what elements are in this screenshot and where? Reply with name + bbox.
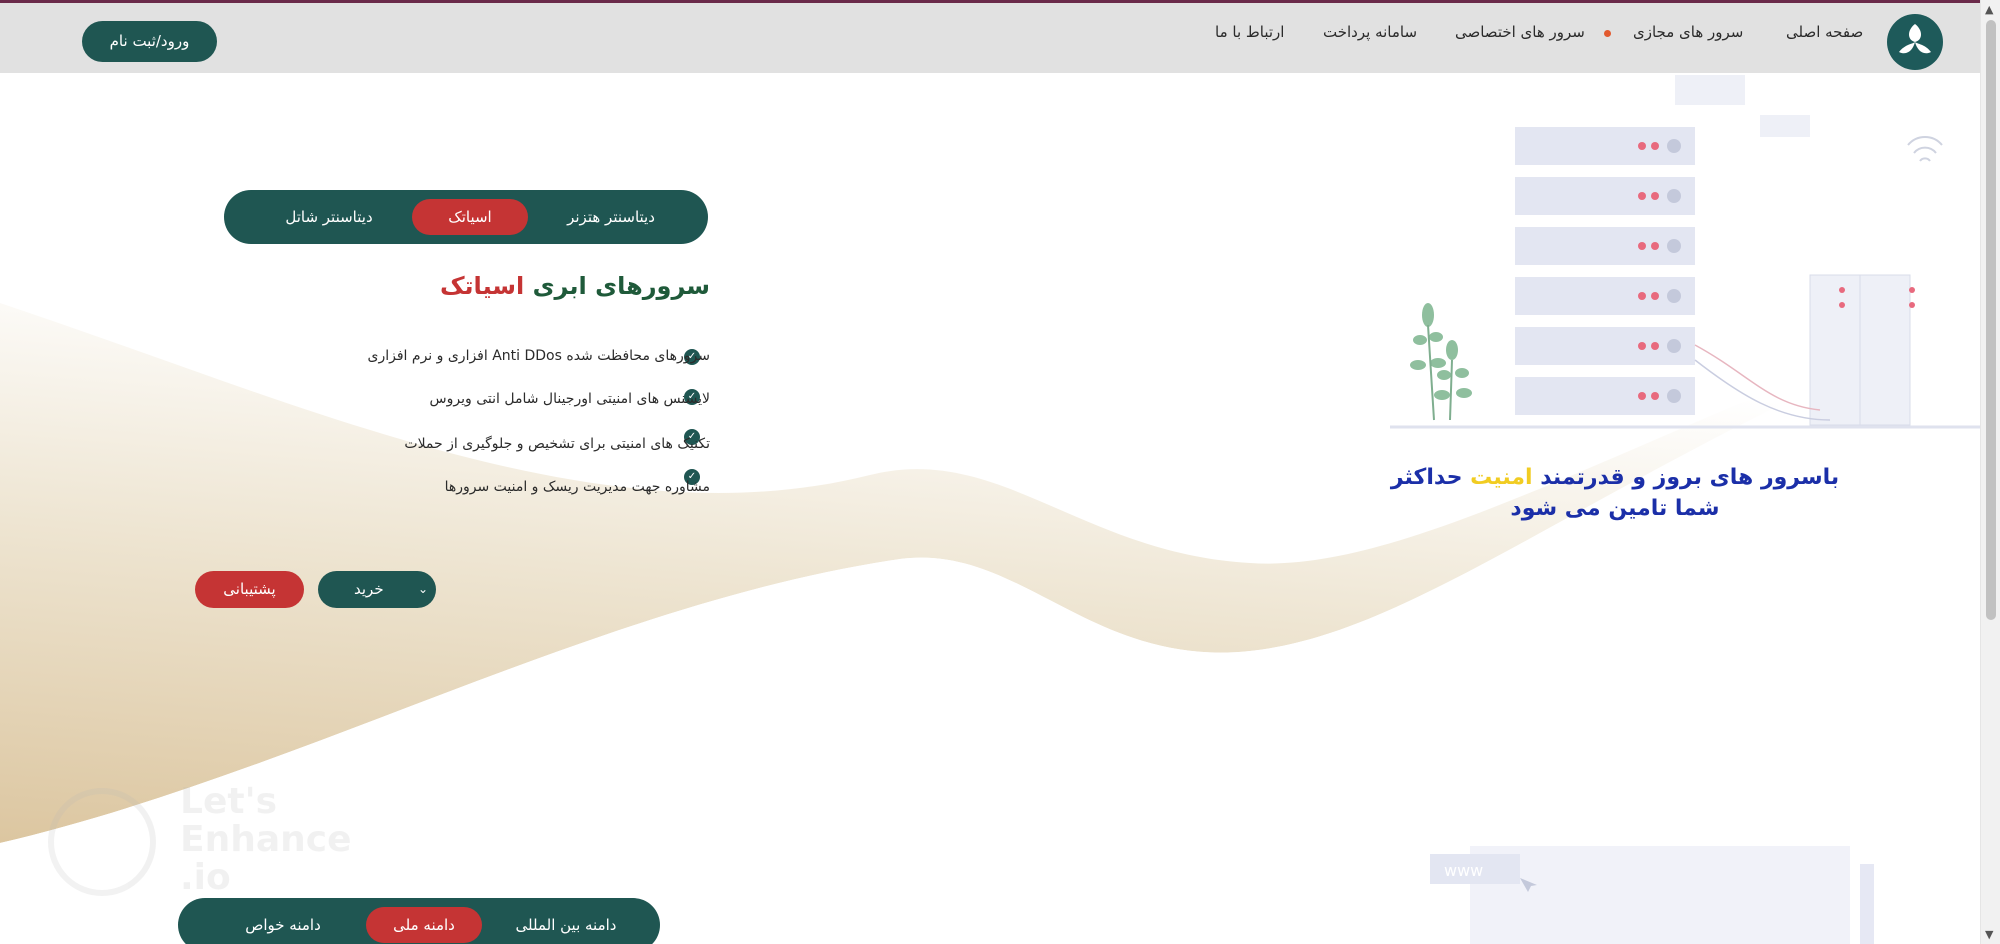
- watermark-ring-icon: [48, 788, 156, 896]
- nav-payment-system[interactable]: سامانه پرداخت: [1323, 23, 1417, 41]
- login-register-button[interactable]: ورود/ثبت نام: [82, 21, 217, 62]
- logo-icon[interactable]: [1887, 14, 1943, 70]
- watermark-text: Let's Enhance .io: [180, 781, 352, 898]
- server-rack-illustration: [1390, 75, 1980, 429]
- tagline-highlight: امنیت: [1470, 465, 1533, 490]
- buy-label: خرید: [354, 580, 384, 598]
- tab-asiatech[interactable]: اسیاتک: [412, 199, 528, 235]
- nav-virtual-servers[interactable]: سرور های مجازی: [1633, 23, 1743, 41]
- tab-special-domain[interactable]: دامنه خواص: [218, 907, 348, 943]
- buy-dropdown-button[interactable]: خرید ⌄: [318, 571, 436, 608]
- datacenter-tabs: دیتاسنتر هتزنر اسیاتک دیتاسنتر شاتل: [224, 190, 708, 244]
- section-heading: سرورهای ابری اسیاتک: [420, 272, 710, 300]
- domain-illustration: www: [1430, 846, 1874, 944]
- feature-item: سرورهای محافظت شده Anti DDos افزاری و نر…: [367, 348, 710, 364]
- dropdown-dot-icon: [1604, 30, 1611, 37]
- tagline-line2: شما تامین می شود: [1510, 496, 1720, 521]
- tagline-part1: باسرور های بروز و قدرتمند: [1540, 465, 1840, 490]
- top-navbar: صفحه اصلی سرور های مجازی سرور های اختصاص…: [0, 0, 1980, 73]
- enhancer-watermark: Let's Enhance .io: [48, 783, 368, 898]
- nav-dedicated-servers[interactable]: سرور های اختصاصی: [1455, 23, 1585, 41]
- tab-international-domain[interactable]: دامنه بین المللی: [496, 907, 636, 943]
- tab-national-domain[interactable]: دامنه ملی: [366, 907, 482, 943]
- tagline-part2: حداکثر: [1390, 465, 1463, 490]
- heading-accent: اسیاتک: [439, 272, 525, 300]
- chevron-down-icon: ⌄: [418, 582, 429, 596]
- feature-item: تکنیک های امنیتی برای تشخیص و جلوگیری از…: [404, 436, 710, 452]
- page-scrollbar[interactable]: ▲ ▼: [1980, 0, 2000, 944]
- nav-contact[interactable]: ارتباط با ما: [1215, 23, 1284, 41]
- feature-item: لایسنس های امنیتی اورجینال شامل انتی ویر…: [429, 391, 710, 407]
- nav-home[interactable]: صفحه اصلی: [1786, 23, 1863, 41]
- scroll-up-icon[interactable]: ▲: [1985, 3, 1993, 16]
- hero-tagline: باسرور های بروز و قدرتمند امنیت حداکثر ش…: [1380, 462, 1850, 524]
- feature-item: مشاوره جهت مدیریت ریسک و امنیت سرورها: [444, 479, 710, 495]
- tab-hetzner[interactable]: دیتاسنتر هتزنر: [536, 199, 686, 235]
- support-button[interactable]: پشتیبانی: [195, 571, 304, 608]
- heading-prefix: سرورهای ابری: [532, 272, 710, 300]
- scroll-down-icon[interactable]: ▼: [1985, 928, 1993, 941]
- tab-shatel[interactable]: دیتاسنتر شاتل: [264, 199, 394, 235]
- scrollbar-thumb[interactable]: [1986, 20, 1996, 620]
- svg-text:www: www: [1444, 861, 1483, 880]
- domain-tabs: دامنه بین المللی دامنه ملی دامنه خواص: [178, 898, 660, 944]
